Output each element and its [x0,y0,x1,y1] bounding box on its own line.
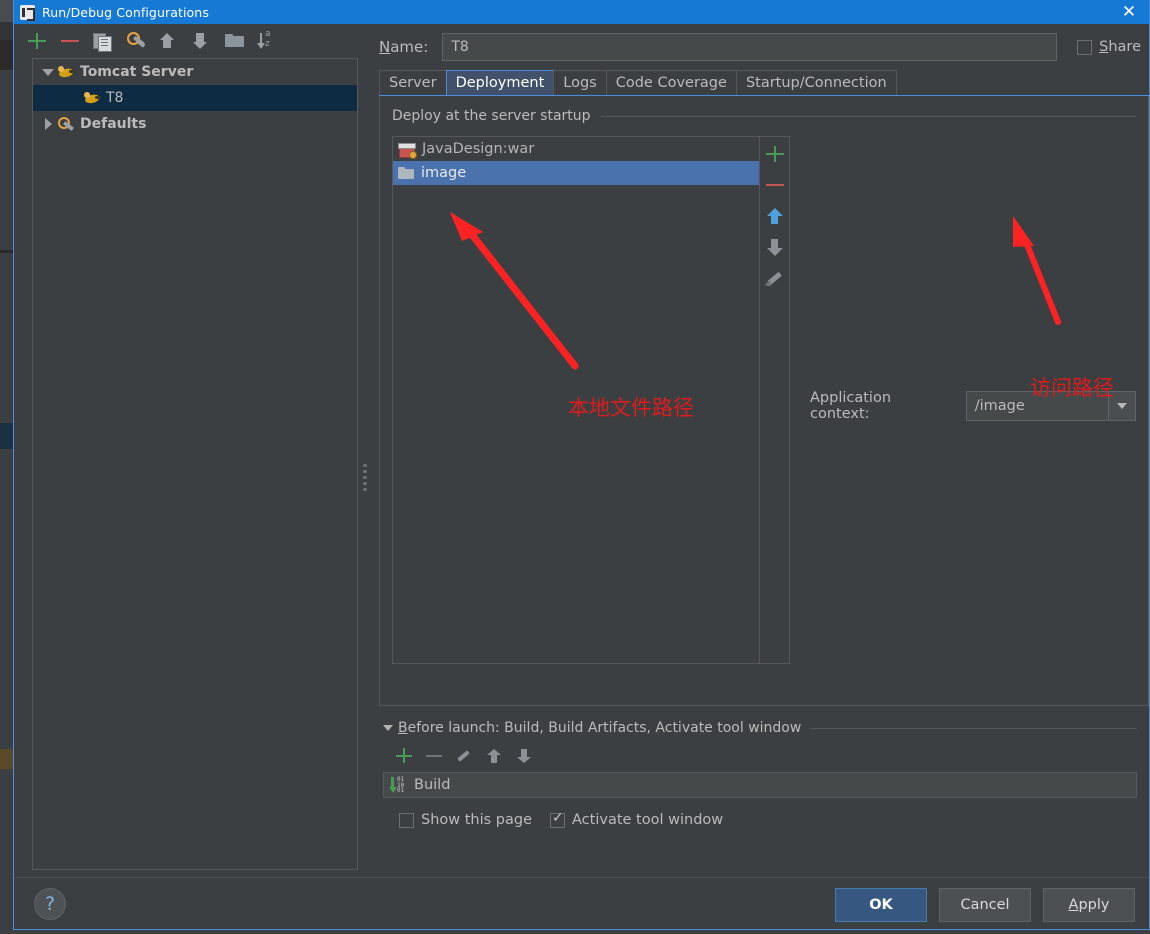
application-context-combobox[interactable]: /image [965,391,1136,421]
arrow-down-icon[interactable] [515,747,533,765]
wrench-icon [57,116,75,132]
show-this-page-label: Show this page [421,812,533,828]
name-input[interactable] [442,33,1058,61]
section-divider [811,727,1137,729]
artifact-icon [398,141,417,159]
share-label: Share [1099,39,1141,55]
tree-item-t8[interactable]: T8 [33,85,357,111]
tomcat-icon [57,65,75,80]
tree-item-defaults[interactable]: Defaults [33,111,357,137]
list-item[interactable]: image [393,161,759,185]
list-item-label: JavaDesign:war [422,141,535,157]
deployment-tab-panel: Deploy at the server startup JavaDesign:… [379,96,1149,706]
help-icon[interactable]: ? [34,888,66,920]
dialog-body: az Tomcat Server T8 Defaults Name: T8 Sh… [14,24,1149,930]
deployment-area: JavaDesign:war image Application context… [392,136,1136,664]
dialog-buttons: OK Cancel Apply [835,888,1135,922]
artifacts-list-toolbar [760,136,790,664]
sort-az-icon[interactable]: az [257,29,279,52]
plus-icon[interactable] [764,143,786,168]
minus-icon[interactable] [425,747,443,765]
before-launch-title: Before launch: Build, Build Artifacts, A… [398,720,802,736]
before-launch-toolbar [383,742,1137,770]
tab-deployment[interactable]: Deployment [445,70,555,95]
run-debug-configurations-dialog: Run/Debug Configurations ✕ az Tomcat Ser… [13,0,1150,930]
list-item[interactable]: JavaDesign:war [393,137,759,161]
activate-tool-window-label: Activate tool window [572,812,724,828]
build-icon: 01 10 01 [389,776,409,794]
share-checkbox[interactable] [1077,39,1093,55]
deploy-section-header: Deploy at the server startup [392,106,1136,126]
arrow-down-icon[interactable] [764,236,786,261]
before-launch-section: Before launch: Build, Build Artifacts, A… [379,720,1149,828]
before-launch-header[interactable]: Before launch: Build, Build Artifacts, A… [383,720,1137,736]
pencil-icon[interactable] [764,267,786,292]
tree-item-label: Tomcat Server [80,64,194,80]
tab-startup-connection[interactable]: Startup/Connection [735,70,897,95]
name-row: Name: Share [379,24,1149,62]
tree-item-label: Defaults [80,116,147,132]
chevron-down-icon[interactable] [383,725,393,731]
activate-tool-window-checkbox-group[interactable]: Activate tool window [550,810,724,828]
tab-code-coverage[interactable]: Code Coverage [605,70,737,95]
chevron-right-icon[interactable] [39,118,57,130]
intellij-idea-icon [20,4,35,21]
show-this-page-checkbox[interactable] [399,812,414,828]
ok-button[interactable]: OK [835,888,927,922]
close-icon[interactable]: ✕ [1109,0,1149,24]
dialog-title: Run/Debug Configurations [42,4,209,20]
sort-letter-bottom: z [265,39,270,49]
splitter-handle-icon[interactable] [363,464,368,492]
pencil-icon[interactable] [455,747,473,765]
arrow-up-icon[interactable] [158,30,180,52]
tab-server[interactable]: Server [379,70,447,95]
apply-button[interactable]: Apply [1043,888,1135,922]
application-context-value[interactable]: /image [967,398,1025,414]
minus-icon[interactable] [764,174,786,199]
dialog-footer: ? OK Cancel Apply [14,877,1149,930]
application-context-label: Application context: [810,390,892,422]
chevron-down-icon[interactable] [1108,392,1135,420]
activate-tool-window-checkbox[interactable] [550,810,566,828]
configurations-toolbar: az [14,24,358,58]
tree-item-label: T8 [106,90,124,106]
application-context-row: Application context: /image [810,136,1136,664]
arrow-up-icon[interactable] [764,205,786,230]
show-this-page-checkbox-group[interactable]: Show this page [399,812,532,828]
before-launch-options: Show this page Activate tool window [383,810,1137,828]
folder-icon [398,165,415,181]
arrow-down-icon[interactable] [191,30,213,52]
section-divider [600,115,1136,117]
minus-icon[interactable] [59,30,81,52]
task-label: Build [414,777,451,793]
artifacts-list[interactable]: JavaDesign:war image [392,136,760,664]
tab-logs[interactable]: Logs [553,70,607,95]
ide-backdrop-strip [0,0,14,934]
arrow-up-icon[interactable] [485,747,503,765]
plus-icon[interactable] [26,30,48,52]
configuration-editor-pane: Name: Share Server Deployment Logs Code … [371,24,1149,877]
before-launch-task-list[interactable]: 01 10 01 Build [383,772,1137,798]
plus-icon[interactable] [395,747,413,765]
dialog-title-bar: Run/Debug Configurations ✕ [14,0,1149,24]
deploy-section-title: Deploy at the server startup [392,108,591,124]
configurations-pane: az Tomcat Server T8 Defaults [14,24,358,877]
share-checkbox-group[interactable]: Share [1077,39,1141,55]
configurations-tree: Tomcat Server T8 Defaults [32,58,358,870]
list-item-label: image [421,165,467,181]
cancel-button[interactable]: Cancel [939,888,1031,922]
tree-item-tomcat-server[interactable]: Tomcat Server [33,59,357,85]
artifacts-list-wrapper: JavaDesign:war image [392,136,790,664]
copy-icon[interactable] [92,30,114,52]
sort-letter-top: a [265,29,271,39]
wrench-icon[interactable] [125,30,147,52]
folder-icon[interactable] [224,30,246,52]
chevron-down-icon[interactable] [39,68,57,76]
tomcat-icon [83,91,101,106]
editor-tabs: Server Deployment Logs Code Coverage Sta… [379,70,1149,96]
name-label: Name: [379,38,429,56]
pane-splitter[interactable] [359,24,371,877]
